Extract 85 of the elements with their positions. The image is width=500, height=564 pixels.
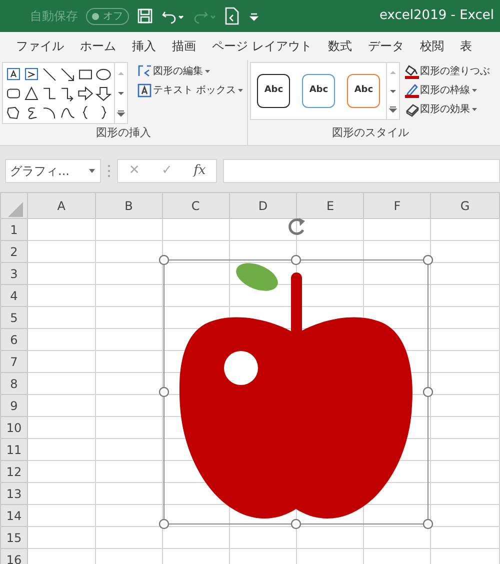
resize-handle[interactable]: [422, 518, 434, 530]
shape-style-button[interactable]: Abc: [302, 74, 336, 108]
insert-function-button[interactable]: fx: [183, 160, 216, 182]
row-header[interactable]: 8: [0, 372, 28, 394]
menu-tab[interactable]: ファイル: [8, 32, 72, 60]
menu-tab[interactable]: 描画: [164, 32, 204, 60]
group-label: 図形のスタイル: [331, 124, 410, 140]
column-header[interactable]: B: [95, 192, 162, 218]
pencil-icon: [405, 83, 420, 98]
command-label: 図形の塗りつぶ: [420, 65, 490, 79]
column-header[interactable]: F: [364, 192, 431, 218]
scroll-down-icon[interactable]: [389, 88, 398, 94]
window-title: excel2019 - Excel: [380, 7, 494, 26]
ribbon-command[interactable]: 図形の枠線: [404, 81, 492, 100]
row-header[interactable]: 1: [0, 218, 28, 240]
document-icon[interactable]: [225, 7, 239, 25]
row-header[interactable]: 14: [0, 504, 28, 526]
dropdown-icon: [88, 168, 96, 174]
ribbon-command[interactable]: 図形の効果: [404, 100, 492, 119]
dropdown-icon: [471, 106, 478, 112]
formula-input[interactable]: [223, 159, 500, 183]
row-header[interactable]: 6: [0, 328, 28, 350]
resize-handle[interactable]: [422, 386, 434, 398]
column-header[interactable]: D: [229, 192, 297, 218]
paint-bucket-icon: [405, 64, 420, 79]
resize-handle[interactable]: [290, 518, 302, 530]
menu-tab[interactable]: ホーム: [72, 32, 124, 60]
resize-handle[interactable]: [158, 386, 170, 398]
ribbon-command[interactable]: 図形の編集: [136, 62, 246, 81]
row-header[interactable]: 13: [0, 482, 28, 504]
row-header[interactable]: 3: [0, 262, 28, 284]
text-box-icon: [137, 83, 152, 98]
menu-tab[interactable]: データ: [360, 32, 412, 60]
resize-handle[interactable]: [158, 518, 170, 530]
edit-shape-icon: [137, 64, 152, 79]
command-label: 図形の枠線: [420, 84, 470, 98]
column-header[interactable]: E: [296, 192, 364, 218]
row-header[interactable]: 7: [0, 350, 28, 372]
row-header[interactable]: 10: [0, 416, 28, 438]
row-header[interactable]: 16: [0, 548, 28, 564]
row-header[interactable]: 2: [0, 240, 28, 262]
dropdown-icon: [204, 68, 211, 74]
row-header[interactable]: 9: [0, 394, 28, 416]
autosave-label: 自動保存: [30, 8, 78, 25]
resize-handle[interactable]: [290, 254, 302, 266]
column-header[interactable]: A: [27, 192, 96, 218]
group-label: 図形の挿入: [95, 124, 152, 140]
right-arrow-icon[interactable]: [77, 84, 94, 102]
menu-tab[interactable]: ページ レイアウト: [204, 32, 320, 60]
row-header[interactable]: 11: [0, 438, 28, 460]
row-header[interactable]: 4: [0, 284, 28, 306]
drag-handle-icon: [107, 164, 111, 178]
command-label: 図形の編集: [153, 65, 203, 79]
triangle-icon[interactable]: [23, 84, 40, 102]
command-label: 図形の効果: [420, 102, 470, 117]
vertical-text-box-icon[interactable]: [23, 66, 40, 83]
column-header[interactable]: G: [430, 192, 500, 218]
row-header[interactable]: 15: [0, 526, 28, 548]
menu-tab[interactable]: 数式: [320, 32, 360, 60]
rotate-handle[interactable]: [288, 218, 305, 235]
command-label: テキスト ボックス: [153, 84, 236, 98]
eraser-icon: [405, 102, 420, 117]
more-icon[interactable]: [117, 110, 125, 116]
ribbon-command[interactable]: 図形の塗りつぶ: [404, 62, 492, 81]
save-icon[interactable]: [137, 8, 153, 24]
dropdown-icon: [471, 88, 478, 94]
down-arrow-icon[interactable]: [95, 84, 112, 102]
ribbon-command[interactable]: テキスト ボックス: [136, 81, 246, 100]
line-icon[interactable]: [41, 66, 58, 83]
text-box-icon[interactable]: [5, 66, 22, 83]
menu-tab[interactable]: 表: [452, 32, 480, 60]
resize-handle[interactable]: [422, 254, 434, 266]
name-box[interactable]: グラフィ...: [5, 159, 101, 183]
resize-handle[interactable]: [158, 254, 170, 266]
shape-style-button[interactable]: Abc: [347, 74, 380, 108]
row-header[interactable]: 5: [0, 306, 28, 328]
shape-style-button[interactable]: Abc: [257, 74, 290, 108]
column-header[interactable]: C: [162, 192, 230, 218]
row-header[interactable]: 12: [0, 460, 28, 482]
arrow-icon[interactable]: [59, 66, 76, 83]
more-icon[interactable]: [389, 106, 398, 114]
menu-tab[interactable]: 校閲: [412, 32, 452, 60]
dropdown-icon: [237, 88, 244, 94]
menu-tab[interactable]: 挿入: [124, 32, 164, 60]
scroll-down-icon[interactable]: [117, 90, 125, 96]
